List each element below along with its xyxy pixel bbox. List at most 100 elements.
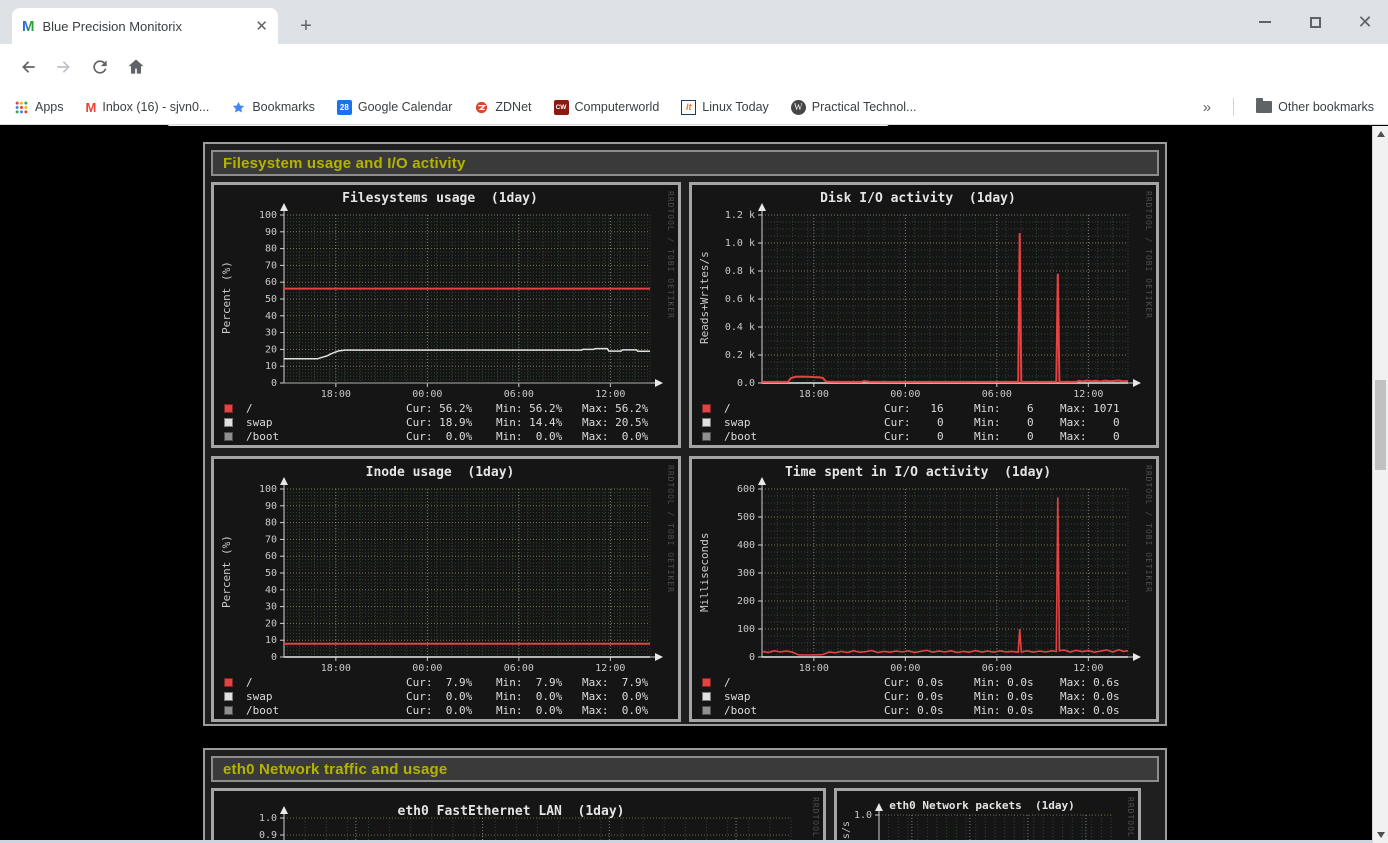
- svg-text:60: 60: [265, 551, 277, 562]
- rrdtool-watermark: RRDTOOL / TOBI OETIKER: [1144, 465, 1153, 593]
- inode-usage-plot: 18:0000:0006:0012:0001020304050607080901…: [214, 483, 681, 679]
- svg-text:18:00: 18:00: [321, 663, 351, 674]
- star-icon: [231, 100, 246, 115]
- back-button[interactable]: [11, 50, 45, 84]
- monitorix-favicon-icon: M: [22, 18, 35, 35]
- home-button[interactable]: [119, 50, 153, 84]
- new-tab-button[interactable]: +: [292, 12, 320, 40]
- browser-toolbar: localhost:8080/monitorix-cgi/monitorix.c…: [0, 44, 1388, 90]
- svg-text:80: 80: [265, 518, 277, 529]
- maximize-button[interactable]: [1302, 9, 1328, 35]
- svg-text:00:00: 00:00: [412, 663, 442, 674]
- graph-legend: /Cur: 7.9%Min: 7.9%Max: 7.9% swapCur: 0.…: [214, 675, 681, 717]
- svg-text:600: 600: [737, 484, 755, 495]
- svg-text:50: 50: [265, 568, 277, 579]
- bookmarks-divider: [1233, 98, 1234, 116]
- svg-text:06:00: 06:00: [982, 663, 1012, 674]
- bookmark-zdnet[interactable]: ZDNet: [474, 100, 531, 115]
- svg-text:90: 90: [265, 501, 277, 512]
- bookmark-label: Bookmarks: [252, 100, 315, 114]
- svg-text:200: 200: [737, 596, 755, 607]
- legend-row: /Cur: 0.0sMin: 0.0sMax: 0.6s: [692, 675, 1159, 689]
- bookmark-linux-today[interactable]: lt Linux Today: [681, 100, 769, 115]
- section-filesystem: Filesystem usage and I/O activity Filesy…: [203, 142, 1167, 726]
- svg-text:06:00: 06:00: [504, 389, 534, 400]
- disk-io-plot: 18:0000:0006:0012:000.00.2 k0.4 k0.6 k0.…: [692, 209, 1159, 405]
- tab-title: Blue Precision Monitorix: [43, 19, 248, 34]
- bookmark-computerworld[interactable]: CW Computerworld: [554, 100, 660, 115]
- bookmark-label: Apps: [35, 100, 64, 114]
- page-content: Filesystem usage and I/O activity Filesy…: [0, 126, 1372, 843]
- minimize-button[interactable]: [1252, 9, 1278, 35]
- svg-text:0: 0: [271, 378, 277, 389]
- svg-text:100: 100: [259, 210, 277, 221]
- calendar-icon: 28: [337, 100, 352, 115]
- bookmark-bookmarks[interactable]: Bookmarks: [231, 100, 315, 115]
- svg-text:0.8 k: 0.8 k: [725, 266, 755, 277]
- window-controls: ✕: [1252, 0, 1378, 44]
- other-bookmarks-button[interactable]: Other bookmarks: [1256, 100, 1374, 114]
- other-bookmarks-label: Other bookmarks: [1278, 100, 1374, 114]
- gmail-icon: M: [86, 100, 97, 115]
- tab-close-icon[interactable]: ✕: [255, 17, 268, 35]
- legend-row: swapCur: 0.0sMin: 0.0sMax: 0.0s: [692, 689, 1159, 703]
- bookmark-label: Computerworld: [575, 100, 660, 114]
- scrollbar-thumb[interactable]: [1375, 380, 1386, 470]
- panel-row: Inode usage (1day) Percent (%) 18:0000:0…: [211, 456, 1159, 722]
- section-header: Filesystem usage and I/O activity: [211, 150, 1159, 176]
- legend-row: swapCur: 0.0%Min: 0.0%Max: 0.0%: [214, 689, 681, 703]
- filesystems-usage-graph[interactable]: Filesystems usage (1day) Percent (%) 18:…: [211, 182, 681, 448]
- graph-legend: /Cur: 16Min: 6Max: 1071 swapCur: 0Min: 0…: [692, 401, 1159, 443]
- rrdtool-watermark: RRDTOOL / TOBI OETIKER: [1126, 797, 1135, 843]
- rrdtool-watermark: RRDTOOL / TOBI OETIKER: [811, 797, 820, 843]
- bookmark-label: Inbox (16) - sjvn0...: [102, 100, 209, 114]
- bookmark-google-calendar[interactable]: 28 Google Calendar: [337, 100, 453, 115]
- svg-text:80: 80: [265, 244, 277, 255]
- svg-text:0.2 k: 0.2 k: [725, 350, 755, 361]
- disk-io-activity-graph[interactable]: Disk I/O activity (1day) Reads+Writes/s …: [689, 182, 1159, 448]
- computerworld-icon: CW: [554, 100, 569, 115]
- eth0-lan-plot: 1.00.9: [214, 813, 823, 843]
- svg-text:1.0 k: 1.0 k: [725, 238, 755, 249]
- svg-text:90: 90: [265, 227, 277, 238]
- bookmarks-overflow-button[interactable]: »: [1203, 99, 1211, 116]
- svg-text:0.4 k: 0.4 k: [725, 322, 755, 333]
- legend-swatch: [702, 432, 711, 441]
- eth0-packets-graph[interactable]: eth0 Network packets (1day) s/s 1.0 RRDT…: [834, 788, 1141, 843]
- svg-text:40: 40: [265, 585, 277, 596]
- graph-title: Filesystems usage (1day): [214, 191, 666, 206]
- legend-swatch: [702, 706, 711, 715]
- svg-text:30: 30: [265, 328, 277, 339]
- zdnet-icon: [474, 100, 489, 115]
- close-window-button[interactable]: ✕: [1352, 9, 1378, 35]
- vertical-scrollbar[interactable]: [1372, 126, 1388, 843]
- folder-icon: [1256, 101, 1272, 113]
- forward-button[interactable]: [47, 50, 81, 84]
- eth0-lan-graph[interactable]: eth0 FastEthernet LAN (1day) 1.00.9 RRDT…: [211, 788, 826, 843]
- time-spent-io-graph[interactable]: Time spent in I/O activity (1day) Millis…: [689, 456, 1159, 722]
- bookmark-practical-technology[interactable]: W Practical Technol...: [791, 100, 917, 115]
- legend-swatch: [224, 706, 233, 715]
- scroll-up-arrow-icon[interactable]: [1377, 131, 1385, 137]
- reload-button[interactable]: [83, 50, 117, 84]
- panel-row: eth0 FastEthernet LAN (1day) 1.00.9 RRDT…: [211, 788, 1159, 843]
- svg-text:00:00: 00:00: [412, 389, 442, 400]
- svg-text:06:00: 06:00: [982, 389, 1012, 400]
- svg-text:06:00: 06:00: [504, 663, 534, 674]
- svg-text:18:00: 18:00: [321, 389, 351, 400]
- bookmark-label: Practical Technol...: [812, 100, 917, 114]
- bookmark-label: Linux Today: [702, 100, 769, 114]
- legend-row: /bootCur: 0.0sMin: 0.0sMax: 0.0s: [692, 703, 1159, 717]
- svg-text:12:00: 12:00: [1073, 389, 1103, 400]
- svg-text:40: 40: [265, 311, 277, 322]
- svg-text:300: 300: [737, 568, 755, 579]
- bookmark-apps[interactable]: Apps: [14, 100, 64, 115]
- svg-text:20: 20: [265, 618, 277, 629]
- scroll-down-arrow-icon[interactable]: [1377, 832, 1385, 838]
- legend-swatch: [702, 418, 711, 427]
- legend-swatch: [224, 418, 233, 427]
- browser-tab[interactable]: M Blue Precision Monitorix ✕: [12, 8, 278, 44]
- svg-text:50: 50: [265, 294, 277, 305]
- bookmark-inbox[interactable]: M Inbox (16) - sjvn0...: [86, 100, 210, 115]
- inode-usage-graph[interactable]: Inode usage (1day) Percent (%) 18:0000:0…: [211, 456, 681, 722]
